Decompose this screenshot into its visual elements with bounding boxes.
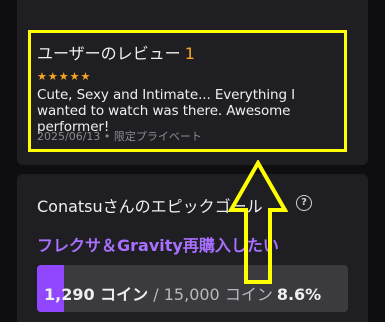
review-visibility: 限定プライベート	[113, 130, 202, 143]
help-icon[interactable]: ?	[296, 195, 312, 211]
goal-percent: 8.6%	[276, 285, 322, 304]
up-arrow-annotation	[228, 160, 288, 284]
goal-current: 1,290	[44, 285, 95, 304]
goal-current-unit: コイン	[94, 285, 149, 304]
goal-separator: /	[148, 285, 164, 304]
review-separator: •	[100, 130, 114, 143]
goal-total-unit: コイン	[219, 285, 273, 304]
review-title-text: ユーザーのレビュー	[37, 44, 181, 63]
star-rating: ★★★★★	[37, 70, 92, 83]
goal-total: 15,000	[163, 285, 220, 304]
review-date: 2025/06/13	[37, 130, 101, 143]
review-count: 1	[184, 44, 195, 63]
review-meta: 2025/06/13 • 限定プライベート	[37, 128, 202, 144]
review-title: ユーザーのレビュー 1	[37, 40, 195, 64]
